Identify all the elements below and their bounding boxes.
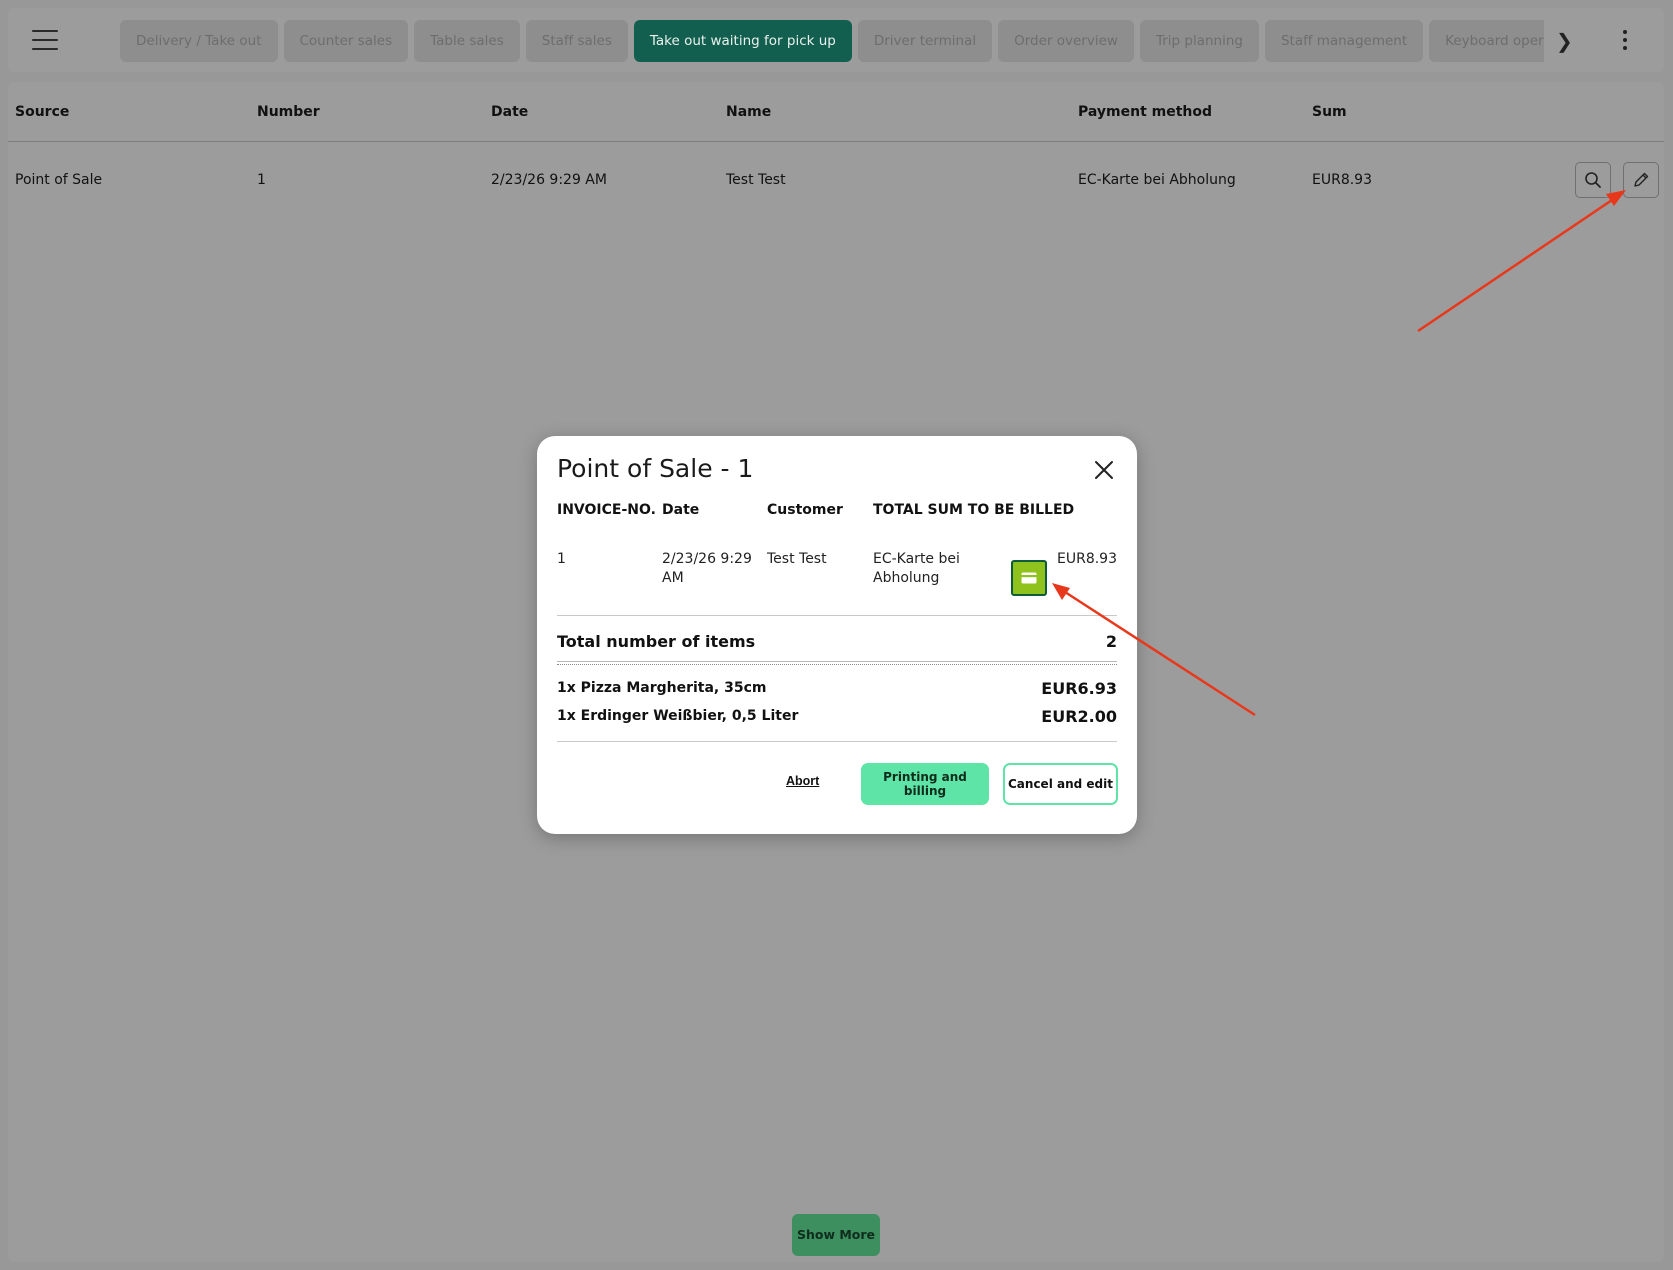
show-more-button[interactable]: Show More (792, 1214, 880, 1256)
column-header-name: Name (726, 104, 772, 120)
tab-staff-management[interactable]: Staff management (1264, 20, 1424, 62)
cell-date: 2/23/26 9:29 AM (491, 172, 607, 188)
tab-staff-sales[interactable]: Staff sales (525, 20, 628, 62)
header-customer: Customer (767, 502, 843, 518)
hamburger-menu-icon[interactable] (32, 30, 58, 50)
invoice-customer: Test Test (767, 551, 827, 567)
invoice-amount: EUR8.93 (1057, 551, 1117, 567)
abort-button[interactable]: Abort (786, 774, 819, 788)
tab-driver-terminal[interactable]: Driver terminal (857, 20, 993, 62)
edit-order-button[interactable] (1623, 162, 1659, 198)
pencil-icon (1634, 172, 1649, 187)
header-invoice-no: INVOICE-NO. (557, 502, 656, 518)
column-header-date: Date (491, 104, 529, 120)
divider-dotted (557, 661, 1117, 665)
cell-sum: EUR8.93 (1312, 172, 1372, 188)
invoice-number: 1 (557, 551, 566, 567)
order-billing-dialog: Point of Sale - 1 INVOICE-NO. Date Custo… (537, 436, 1137, 834)
tab-table-sales[interactable]: Table sales (414, 20, 520, 62)
dialog-title: Point of Sale - 1 (557, 454, 754, 483)
header-total-sum: TOTAL SUM TO BE BILLED (873, 502, 1075, 518)
tab-strip: Delivery / Take out Counter sales Table … (120, 20, 1544, 62)
tab-trip-planning[interactable]: Trip planning (1139, 20, 1259, 62)
view-order-button[interactable] (1575, 162, 1611, 198)
item-price: EUR2.00 (1041, 707, 1117, 726)
tab-take-out-waiting[interactable]: Take out waiting for pick up (633, 20, 852, 62)
divider (557, 741, 1117, 742)
item-name: 1x Erdinger Weißbier, 0,5 Liter (557, 708, 799, 724)
item-name: 1x Pizza Margherita, 35cm (557, 680, 767, 696)
tab-keyboard-operation[interactable]: Keyboard operation (1429, 20, 1544, 62)
invoice-payment-method: EC-Karte bei Abholung (873, 551, 960, 586)
invoice-date: 2/23/26 9:29 AM (662, 551, 752, 586)
header-date: Date (662, 502, 700, 518)
column-header-number: Number (257, 104, 320, 120)
tab-order-overview[interactable]: Order overview (998, 20, 1134, 62)
item-price: EUR6.93 (1041, 679, 1117, 698)
print-and-bill-button[interactable]: Printing and billing (861, 763, 989, 805)
cell-number: 1 (257, 172, 266, 188)
credit-card-icon[interactable] (1011, 560, 1047, 596)
column-header-source: Source (15, 104, 70, 120)
top-nav-bar: Delivery / Take out Counter sales Table … (8, 8, 1664, 72)
total-items-label: Total number of items (557, 632, 756, 651)
more-options-icon[interactable] (1618, 30, 1632, 50)
cell-source: Point of Sale (15, 172, 103, 188)
column-header-sum: Sum (1312, 104, 1347, 120)
table-header: Source Number Date Name Payment method S… (8, 82, 1664, 142)
column-header-payment-method: Payment method (1078, 104, 1213, 120)
tab-counter-sales[interactable]: Counter sales (283, 20, 409, 62)
cancel-and-edit-button[interactable]: Cancel and edit (1003, 763, 1118, 805)
divider (557, 615, 1117, 616)
cell-name: Test Test (726, 172, 786, 188)
total-items-count: 2 (1105, 632, 1117, 651)
chevron-right-icon[interactable]: ❯ (1556, 31, 1573, 51)
search-icon (1585, 172, 1601, 188)
cell-payment-method: EC-Karte bei Abholung (1078, 172, 1236, 188)
tab-delivery-take-out[interactable]: Delivery / Take out (120, 20, 278, 62)
close-icon[interactable] (1092, 458, 1116, 482)
